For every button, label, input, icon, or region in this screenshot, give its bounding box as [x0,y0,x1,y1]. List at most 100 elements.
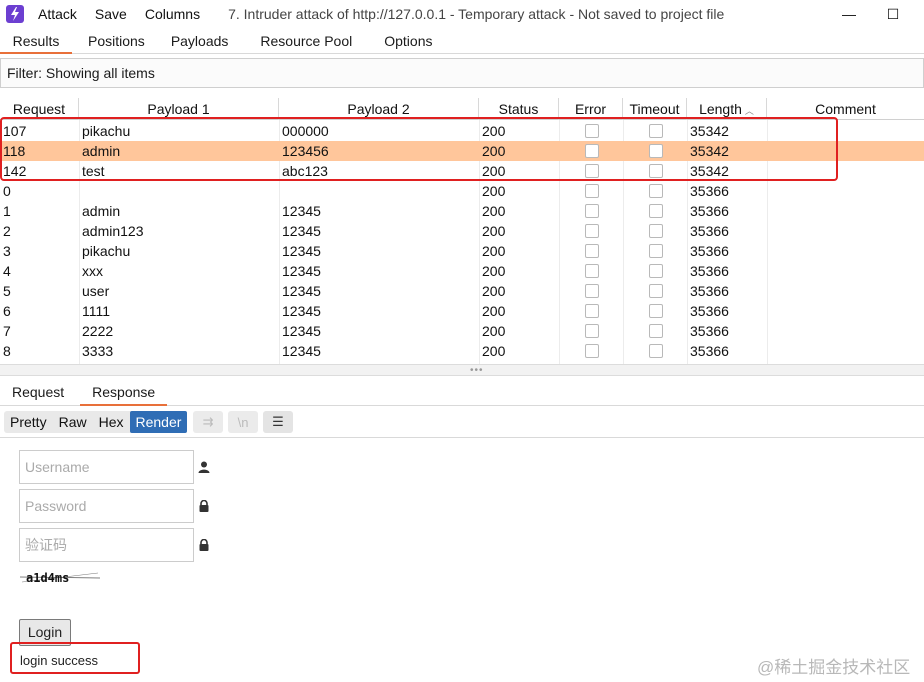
cell-request: 5 [3,283,11,299]
cell-request: 2 [3,223,11,239]
captcha-text: a1d4ms [26,571,69,585]
wrap-lines-icon[interactable]: ⇉ [193,411,223,433]
pane-splitter[interactable]: ••• [0,364,924,376]
error-checkbox[interactable] [585,324,599,338]
cell-payload-1: admin [82,203,121,219]
cell-status: 200 [482,183,506,199]
filter-bar[interactable]: Filter: Showing all items [0,58,924,88]
cell-status: 200 [482,323,506,339]
cell-length: 35366 [690,243,729,259]
cell-length: 35366 [690,283,729,299]
error-checkbox[interactable] [585,304,599,318]
cell-length: 35366 [690,183,729,199]
timeout-checkbox[interactable] [649,304,663,318]
window-title: 7. Intruder attack of http://127.0.0.1 -… [228,6,725,22]
burp-lightning-icon [6,5,24,23]
captcha-image[interactable]: a1d4ms [20,568,100,586]
table-row[interactable]: 0 200 35366 [0,181,924,201]
tab-request[interactable]: Request [0,380,76,406]
cell-status: 200 [482,343,506,359]
cell-status: 200 [482,263,506,279]
table-row[interactable]: 1 admin 12345 200 35366 [0,201,924,221]
newline-icon[interactable]: \n [228,411,258,433]
cell-payload-1: pikachu [82,243,131,259]
drag-handle-icon[interactable]: ••• [470,366,484,376]
cell-payload-1: user [82,283,110,299]
view-render-button[interactable]: Render [129,411,188,433]
error-checkbox[interactable] [585,244,599,258]
cell-status: 200 [482,203,506,219]
attack-tabs: Results Positions Payloads Resource Pool… [0,28,924,54]
cell-payload-1: admin123 [82,223,144,239]
cell-request: 4 [3,263,11,279]
view-raw-button[interactable]: Raw [53,411,93,433]
cell-payload-2: 12345 [282,283,321,299]
error-checkbox[interactable] [585,224,599,238]
cell-status: 200 [482,283,506,299]
tab-response[interactable]: Response [80,380,168,406]
table-row[interactable]: 2 admin123 12345 200 35366 [0,221,924,241]
error-checkbox[interactable] [585,184,599,198]
table-row[interactable]: 6 1111 12345 200 35366 [0,301,924,321]
cell-request: 1 [3,203,11,219]
username-input[interactable]: Username [19,450,194,484]
table-row[interactable]: 7 2222 12345 200 35366 [0,321,924,341]
cell-length: 35366 [690,323,729,339]
tab-options[interactable]: Options [372,28,444,54]
col-length-label: Length [699,101,742,117]
cell-payload-2: 12345 [282,203,321,219]
menu-columns[interactable]: Columns [145,6,200,22]
cell-length: 35366 [690,263,729,279]
table-row[interactable]: 5 user 12345 200 35366 [0,281,924,301]
cell-status: 200 [482,243,506,259]
cell-payload-2: 12345 [282,263,321,279]
timeout-checkbox[interactable] [649,324,663,338]
error-checkbox[interactable] [585,264,599,278]
table-row[interactable]: 8 3333 12345 200 35366 [0,341,924,361]
tab-positions[interactable]: Positions [76,28,157,54]
timeout-checkbox[interactable] [649,344,663,358]
rendered-response: Username Password 验证码 a1d4ms Login login… [0,439,924,682]
cell-length: 35366 [690,303,729,319]
timeout-checkbox[interactable] [649,224,663,238]
timeout-checkbox[interactable] [649,244,663,258]
tab-payloads[interactable]: Payloads [159,28,241,54]
cell-payload-1: 2222 [82,323,114,339]
view-mode-selector: Pretty Raw Hex Render [4,411,188,433]
captcha-input[interactable]: 验证码 [19,528,194,562]
cell-request: 0 [3,183,11,199]
timeout-checkbox[interactable] [649,184,663,198]
timeout-checkbox[interactable] [649,284,663,298]
timeout-checkbox[interactable] [649,264,663,278]
cell-request: 8 [3,343,11,359]
view-hex-button[interactable]: Hex [93,411,130,433]
cell-status: 200 [482,223,506,239]
menu-save[interactable]: Save [95,6,127,22]
view-toolbar: Pretty Raw Hex Render ⇉ \n ☰ [0,406,924,438]
cell-payload-1: xxx [82,263,103,279]
table-row[interactable]: 4 xxx 12345 200 35366 [0,261,924,281]
menu-attack[interactable]: Attack [38,6,77,22]
login-result-text: login success [20,653,99,668]
password-input[interactable]: Password [19,489,194,523]
cell-payload-2: 12345 [282,343,321,359]
cell-status: 200 [482,303,506,319]
cell-payload-2: 12345 [282,243,321,259]
cell-payload-2: 12345 [282,303,321,319]
cell-payload-2: 12345 [282,323,321,339]
error-checkbox[interactable] [585,284,599,298]
error-checkbox[interactable] [585,204,599,218]
menu-icon[interactable]: ☰ [263,411,293,433]
view-pretty-button[interactable]: Pretty [4,411,53,433]
error-checkbox[interactable] [585,344,599,358]
minimize-button[interactable]: — [834,3,864,25]
tab-resource-pool[interactable]: Resource Pool [248,28,364,54]
cell-length: 35366 [690,223,729,239]
cell-payload-2: 12345 [282,223,321,239]
tab-results[interactable]: Results [0,28,72,54]
watermark: @稀土掘金技术社区 [757,658,911,677]
table-row[interactable]: 3 pikachu 12345 200 35366 [0,241,924,261]
timeout-checkbox[interactable] [649,204,663,218]
maximize-button[interactable]: ☐ [878,3,908,25]
cell-request: 7 [3,323,11,339]
